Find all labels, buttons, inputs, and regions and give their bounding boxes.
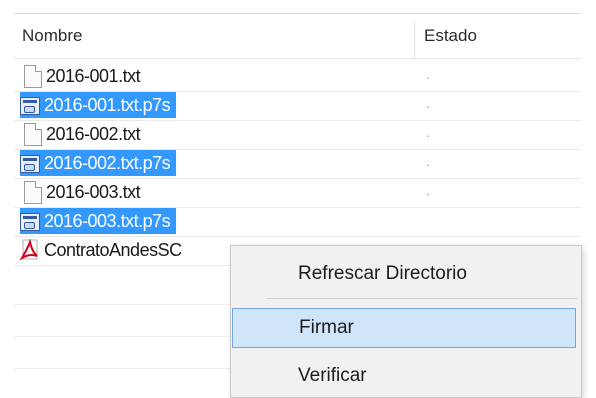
file-name-cell[interactable]: 2016-002.txt	[20, 121, 146, 147]
certificate-file-icon	[20, 213, 40, 231]
column-divider[interactable]	[414, 22, 415, 58]
file-name: 2016-002.txt	[46, 123, 141, 144]
file-row[interactable]: 2016-002.txt .	[14, 120, 581, 150]
file-status: .	[426, 66, 430, 82]
pdf-file-icon	[19, 238, 40, 261]
file-name-cell[interactable]: ContratoAndesSC	[19, 237, 188, 263]
menu-item-label: Refrescar Directorio	[298, 263, 467, 284]
file-name-cell[interactable]: 2016-001.txt.p7s	[20, 92, 177, 118]
menu-item-label: Firmar	[299, 317, 354, 338]
file-name-cell[interactable]: 2016-001.txt	[20, 63, 146, 89]
file-name: ContratoAndesSC	[44, 239, 182, 260]
menu-item-verify[interactable]: Verificar	[231, 356, 579, 396]
file-row[interactable]: 2016-001.txt.p7s .	[14, 91, 581, 121]
text-file-icon	[24, 180, 42, 204]
certificate-file-icon	[20, 155, 40, 173]
file-name: 2016-003.txt.p7s	[44, 210, 171, 231]
text-file-icon	[24, 64, 42, 88]
file-name-cell[interactable]: 2016-003.txt	[20, 179, 146, 205]
file-name: 2016-001.txt.p7s	[44, 94, 171, 115]
file-name: 2016-003.txt	[46, 181, 141, 202]
text-file-icon	[24, 122, 42, 146]
file-row[interactable]: 2016-003.txt .	[14, 178, 581, 208]
column-header-name[interactable]: Nombre	[22, 26, 82, 46]
file-status: .	[426, 153, 430, 169]
file-name-cell[interactable]: 2016-002.txt.p7s	[20, 150, 177, 176]
file-status: .	[426, 95, 430, 111]
menu-item-sign[interactable]: Firmar	[232, 308, 576, 348]
top-divider	[14, 13, 581, 14]
header-divider	[14, 58, 581, 59]
file-name: 2016-002.txt.p7s	[44, 152, 171, 173]
column-header-row: Nombre Estado	[14, 22, 581, 58]
file-name: 2016-001.txt	[46, 65, 141, 86]
menu-item-refresh-directory[interactable]: Refrescar Directorio	[231, 254, 579, 294]
menu-separator	[267, 298, 577, 299]
file-status: .	[426, 124, 430, 140]
column-header-status[interactable]: Estado	[424, 26, 477, 46]
file-row[interactable]: 2016-003.txt.p7s	[14, 207, 581, 237]
file-row[interactable]: 2016-002.txt.p7s .	[14, 149, 581, 179]
certificate-file-icon	[20, 97, 40, 115]
context-menu: Refrescar Directorio Firmar Verificar	[230, 245, 582, 398]
file-status: .	[426, 182, 430, 198]
file-name-cell[interactable]: 2016-003.txt.p7s	[20, 208, 177, 234]
menu-item-label: Verificar	[298, 365, 367, 386]
file-row[interactable]: 2016-001.txt .	[14, 62, 581, 92]
